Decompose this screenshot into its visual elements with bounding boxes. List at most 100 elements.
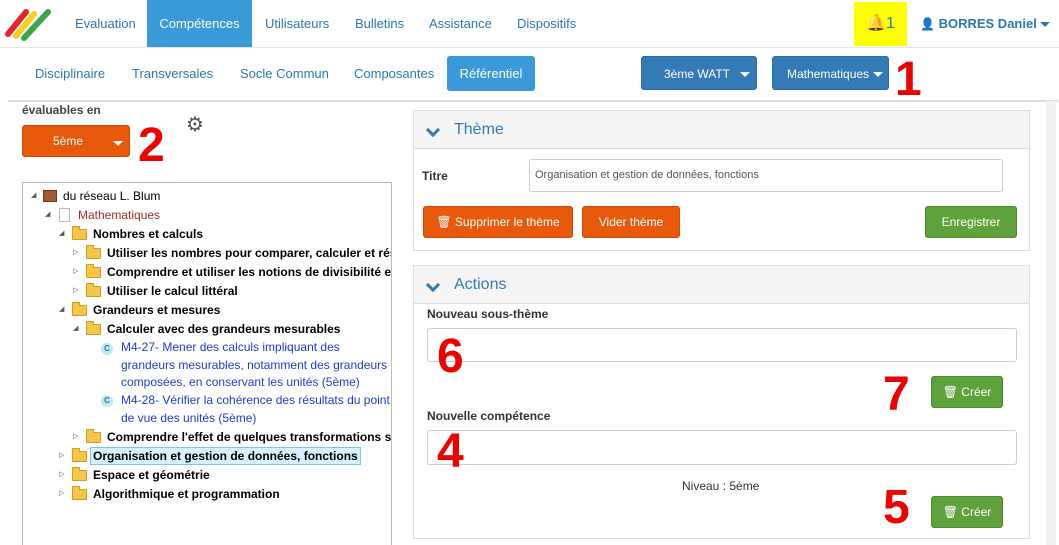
folder-icon (86, 264, 101, 278)
theme-panel-title: Thème (454, 121, 504, 138)
theme-title-input[interactable]: Organisation et gestion de données, fonc… (529, 159, 1003, 192)
competence-icon: C (101, 343, 113, 355)
new-competence-label: Nouvelle compétence (427, 409, 551, 423)
tree-node-nombres[interactable]: ◢ Nombres et calculs (59, 225, 389, 243)
tree-node-grandeurs[interactable]: ◢ Grandeurs et mesures (59, 301, 389, 319)
trash-icon: 🗑 (436, 215, 452, 229)
subject-select-value: Mathematiques (787, 67, 870, 81)
tree-node-espace[interactable]: ▷ Espace et géométrie (59, 466, 389, 484)
actions-panel-title: Actions (454, 276, 507, 293)
expand-icon[interactable]: ◢ (59, 225, 67, 243)
create-competence-button[interactable]: 🗑 Créer (931, 496, 1003, 528)
tree-node-transformations[interactable]: ▷ Comprendre l'effet de quelques transfo… (73, 428, 391, 446)
niveau-label: Niveau : 5ème (682, 479, 760, 493)
subnav-transversales[interactable]: Transversales (132, 56, 213, 91)
competence-m4-27[interactable]: M4-27- Mener des calculs impliquant des … (121, 339, 391, 392)
chevron-down-icon (113, 141, 123, 146)
nav-assistance[interactable]: Assistance (429, 0, 492, 47)
subnav-socle-commun[interactable]: Socle Commun (240, 56, 329, 91)
tree-node-subject[interactable]: ◢ Mathematiques (45, 206, 385, 224)
folder-icon (86, 283, 101, 297)
document-icon (59, 208, 70, 222)
subject-select[interactable]: Mathematiques (772, 56, 889, 90)
folder-icon (72, 486, 87, 500)
nav-evaluation[interactable]: Evaluation (75, 0, 136, 47)
scrollbar[interactable] (1046, 101, 1056, 545)
empty-theme-button[interactable]: Vider thème (582, 206, 680, 238)
user-icon: 👤 (920, 17, 935, 31)
annotation-5: 5 (883, 481, 910, 534)
app-logo-icon[interactable] (2, 4, 58, 44)
tree-node-root[interactable]: ◢ du réseau L. Blum (31, 187, 391, 205)
nav-bulletins[interactable]: Bulletins (355, 0, 404, 47)
actions-panel-header[interactable]: Actions (414, 266, 1029, 304)
collapse-icon[interactable]: ▷ (73, 263, 81, 281)
class-select[interactable]: 3ème WATT (641, 56, 757, 90)
chevron-down-icon (873, 72, 883, 77)
annotation-7: 7 (883, 368, 910, 421)
subnav-referentiel[interactable]: Référentiel (447, 56, 535, 91)
tree-node-organisation[interactable]: ▷ Organisation et gestion de données, fo… (59, 447, 389, 465)
collapse-icon[interactable]: ▷ (73, 282, 81, 300)
new-subtheme-input[interactable] (427, 328, 1017, 362)
annotation-6: 6 (437, 330, 464, 383)
bell-icon: 🔔 (866, 15, 886, 32)
tree-node-divisibilite[interactable]: ▷ Comprendre et utiliser les notions de … (73, 263, 391, 281)
expand-icon[interactable]: ◢ (59, 301, 67, 319)
annotation-1: 1 (895, 53, 922, 106)
create-subtheme-button[interactable]: 🗑 Créer (931, 376, 1003, 408)
nav-competences[interactable]: Compétences (147, 0, 252, 47)
notification-count: 1 (886, 15, 895, 32)
level-select-value: 5ème (52, 134, 84, 148)
folder-icon (86, 429, 101, 443)
folder-icon (86, 245, 101, 259)
collapse-icon[interactable]: ▷ (73, 244, 81, 262)
evaluable-label: évaluables en (22, 103, 101, 117)
user-name: BORRES Daniel (938, 16, 1037, 31)
user-menu[interactable]: 👤 BORRES Daniel (920, 0, 1051, 48)
chevron-down-icon (1040, 22, 1051, 28)
notifications-button[interactable]: 🔔1 (854, 2, 907, 46)
tree-node-calculer-grandeurs[interactable]: ◢ Calculer avec des grandeurs mesurables (73, 320, 391, 338)
nav-dispositifs[interactable]: Dispositifs (517, 0, 576, 47)
annotation-2: 2 (138, 119, 165, 172)
new-competence-input[interactable] (427, 430, 1017, 465)
class-select-value: 3ème WATT (664, 67, 731, 81)
annotation-4: 4 (437, 425, 464, 478)
chevron-down-icon (425, 277, 441, 293)
nav-utilisateurs[interactable]: Utilisateurs (265, 0, 329, 47)
expand-icon[interactable]: ◢ (73, 320, 81, 338)
building-icon (43, 190, 57, 202)
subnav-disciplinaire[interactable]: Disciplinaire (35, 56, 105, 91)
theme-panel: Thème Titre Organisation et gestion de d… (413, 110, 1030, 251)
actions-panel: Actions Nouveau sous-thème 🗑 Créer Nouve… (413, 265, 1030, 539)
competence-icon: C (101, 395, 113, 407)
titre-label: Titre (422, 169, 448, 183)
trash-icon: 🗑 (942, 385, 958, 399)
competence-m4-28[interactable]: M4-28- Vérifier la cohérence des résulta… (121, 392, 391, 427)
level-select[interactable]: 5ème (22, 125, 130, 157)
collapse-icon[interactable]: ▷ (59, 447, 67, 465)
collapse-icon[interactable]: ▷ (73, 428, 81, 446)
expand-icon[interactable]: ◢ (45, 206, 53, 224)
tree-node-calcul-litteral[interactable]: ▷ Utiliser le calcul littéral (73, 282, 391, 300)
folder-open-icon (86, 321, 101, 335)
collapse-icon[interactable]: ▷ (59, 466, 67, 484)
folder-icon (72, 448, 87, 462)
competence-tree: ◢ du réseau L. Blum ◢ Mathematiques ◢ No… (22, 182, 392, 545)
tree-node-nombres-comparer[interactable]: ▷ Utiliser les nombres pour comparer, ca… (73, 244, 391, 262)
folder-icon (72, 467, 87, 481)
chevron-down-icon (740, 72, 750, 77)
theme-panel-header[interactable]: Thème (414, 111, 1029, 149)
save-button[interactable]: Enregistrer (925, 206, 1017, 238)
top-navbar: Evaluation Compétences Utilisateurs Bull… (0, 0, 1059, 48)
folder-open-icon (72, 302, 87, 316)
delete-theme-button[interactable]: 🗑 Supprimer le thème (423, 206, 573, 238)
new-subtheme-label: Nouveau sous-thème (427, 307, 549, 321)
gear-icon[interactable]: ⚙ (186, 114, 204, 136)
subnav-composantes[interactable]: Composantes (354, 56, 434, 91)
collapse-icon[interactable]: ▷ (59, 485, 67, 503)
chevron-down-icon (425, 122, 441, 138)
tree-node-algorithmique[interactable]: ▷ Algorithmique et programmation (59, 485, 389, 503)
expand-icon[interactable]: ◢ (31, 187, 39, 205)
